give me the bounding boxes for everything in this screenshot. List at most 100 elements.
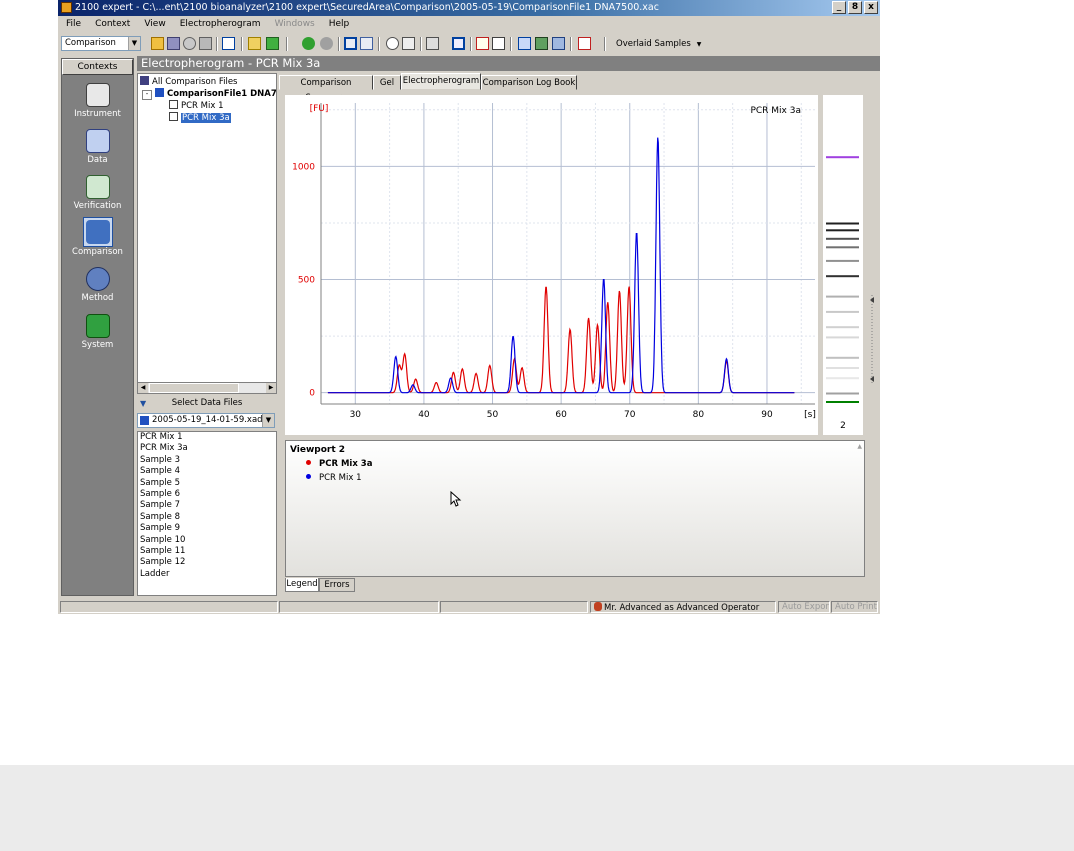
contexts-header[interactable]: Contexts (62, 59, 133, 75)
electropherogram-plot[interactable]: 30 40 50 60 70 80 90 0 500 1000 [FU] [s] PCR Mix 3a (285, 95, 818, 435)
menu-file[interactable]: File (58, 17, 87, 32)
toolbar-separator (216, 37, 218, 51)
list-item[interactable]: Sample 4 (138, 466, 276, 477)
list-item[interactable]: Sample 10 (138, 535, 276, 546)
scroll-thumb[interactable] (149, 383, 239, 393)
list-item[interactable]: Sample 7 (138, 500, 276, 511)
gel-band (826, 246, 859, 249)
electropherogram-chart[interactable]: 30 40 50 60 70 80 90 0 500 1000 [FU] [s] PCR Mix 3a (285, 95, 818, 435)
legend-entry-label: PCR Mix 1 (319, 473, 362, 483)
tab-legend[interactable]: Legend (285, 578, 319, 592)
tree-view-icon[interactable] (222, 37, 235, 50)
tree-child-pcr-mix-3a[interactable]: PCR Mix 3a (169, 112, 231, 124)
single-view-icon[interactable] (344, 37, 357, 50)
tab-gel[interactable]: Gel (373, 75, 401, 90)
disk-icon[interactable] (183, 37, 196, 50)
open-folder-icon[interactable] (151, 37, 164, 50)
blue-dot-icon (306, 474, 311, 479)
collapse-icon[interactable]: - (142, 90, 152, 100)
zoom-reset-icon[interactable] (402, 37, 415, 50)
system-toolbox-icon (85, 314, 110, 338)
status-bar: Mr. Advanced as Advanced Operator Auto E… (58, 600, 880, 614)
context-select-value: Comparison (65, 38, 116, 48)
pan-hand-icon[interactable] (426, 37, 439, 50)
menu-context[interactable]: Context (87, 17, 136, 32)
list-item[interactable]: Sample 12 (138, 557, 276, 568)
title-bar[interactable]: 2100 expert - C:\...ent\2100 bioanalyzer… (58, 0, 880, 16)
tab-electropherogram[interactable]: Electropherogram (401, 73, 481, 90)
checkbox[interactable] (169, 100, 178, 109)
tab-errors[interactable]: Errors (319, 578, 355, 592)
peak-icon[interactable] (476, 37, 489, 50)
gel-band (826, 237, 859, 240)
back-arrow-icon[interactable] (302, 37, 315, 50)
tree-file-node[interactable]: - ComparisonFile1 DNA75 (142, 88, 276, 100)
toolbar-separator (241, 37, 243, 51)
tab-comparison-log-book[interactable]: Comparison Log Book (481, 75, 577, 90)
minimize-button[interactable]: _ (832, 1, 846, 14)
list-item[interactable]: Sample 6 (138, 489, 276, 500)
y-tick-label: 0 (309, 389, 315, 399)
menu-electropherogram[interactable]: Electropherogram (172, 17, 267, 32)
list-item[interactable]: Sample 3 (138, 455, 276, 466)
lock-icon[interactable] (248, 37, 261, 50)
restore-button[interactable]: 8 (848, 1, 862, 14)
overlay-chart-icon[interactable] (578, 37, 591, 50)
list-item[interactable]: Sample 5 (138, 478, 276, 489)
overlaid-samples-dropdown[interactable]: Overlaid Samples ▼ (612, 37, 705, 51)
comparison-tree: All Comparison Files - ComparisonFile1 DN… (137, 73, 277, 394)
scroll-right-icon[interactable]: ▶ (266, 383, 276, 393)
scroll-left-icon[interactable]: ◀ (138, 383, 148, 393)
context-data[interactable]: Data (62, 129, 133, 165)
menu-windows[interactable]: Windows (267, 17, 321, 32)
menu-view[interactable]: View (136, 17, 171, 32)
splitter-grip (870, 295, 874, 385)
menu-help[interactable]: Help (321, 17, 356, 32)
table-icon[interactable] (518, 37, 531, 50)
tree-horizontal-scrollbar[interactable]: ◀ ▶ (137, 382, 277, 394)
select-data-files-header[interactable]: ▼ Select Data Files (137, 397, 277, 410)
checkbox[interactable] (169, 112, 178, 121)
legend-title: Viewport 2 (290, 445, 346, 455)
x-tick-label: 40 (418, 410, 430, 420)
context-verification[interactable]: Verification (62, 175, 133, 211)
toolbar-separator (378, 37, 380, 51)
grid-view-icon[interactable] (360, 37, 373, 50)
tab-comparison-summary[interactable]: Comparison Summary (279, 75, 373, 103)
forward-arrow-icon[interactable] (320, 37, 333, 50)
select-tool-icon[interactable] (452, 37, 465, 50)
export-icon[interactable] (552, 37, 565, 50)
scroll-up-icon[interactable]: ▲ (857, 443, 862, 450)
zoom-icon[interactable] (386, 37, 399, 50)
context-label: System (81, 340, 114, 350)
tree-child-pcr-mix-1[interactable]: PCR Mix 1 (169, 100, 224, 112)
list-item[interactable]: Ladder (138, 569, 276, 580)
context-system[interactable]: System (62, 314, 133, 350)
refresh-icon[interactable] (266, 37, 279, 50)
splitter-handle[interactable] (868, 95, 876, 435)
chevron-down-icon: ▼ (140, 399, 147, 408)
gel-band (826, 275, 859, 278)
legend-entry-pcr-mix-1[interactable]: PCR Mix 1 (306, 473, 362, 483)
baseline-icon[interactable] (492, 37, 505, 50)
context-method[interactable]: Method (62, 267, 133, 303)
close-button[interactable]: x (864, 1, 878, 14)
data-icon (85, 129, 110, 153)
list-item[interactable]: PCR Mix 1 (138, 432, 276, 443)
save-icon[interactable] (167, 37, 180, 50)
data-file-select[interactable]: 2005-05-19_14-01-59.xad ▼ (137, 413, 275, 428)
list-item[interactable]: Sample 9 (138, 523, 276, 534)
context-select[interactable]: Comparison ▼ (61, 36, 141, 51)
list-item[interactable]: PCR Mix 3a (138, 443, 276, 454)
context-comparison[interactable]: Comparison (62, 217, 133, 257)
gel-icon[interactable] (535, 37, 548, 50)
gel-lane-panel[interactable]: 2 (823, 95, 863, 435)
print-icon[interactable] (199, 37, 212, 50)
tree-root[interactable]: All Comparison Files (140, 76, 238, 88)
list-item[interactable]: Sample 11 (138, 546, 276, 557)
legend-entry-pcr-mix-3a[interactable]: PCR Mix 3a (306, 459, 372, 469)
context-instrument[interactable]: Instrument (62, 83, 133, 119)
toolbar-separator (338, 37, 340, 51)
toolbar-separator (420, 37, 422, 51)
list-item[interactable]: Sample 8 (138, 512, 276, 523)
